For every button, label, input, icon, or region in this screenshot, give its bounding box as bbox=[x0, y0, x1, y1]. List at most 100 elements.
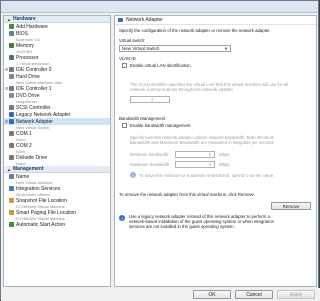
sidebar-item[interactable]: Integration Services bbox=[4, 185, 110, 192]
hardware-icon bbox=[9, 155, 14, 160]
sidebar-item[interactable]: COM 1 bbox=[4, 130, 110, 137]
sidebar-item[interactable]: Name bbox=[4, 173, 110, 180]
max-bandwidth-input[interactable]: 0 bbox=[175, 161, 215, 168]
sidebar-item-label: Snapshot File Location bbox=[16, 197, 67, 204]
sidebar-item[interactable]: Automatic Start Action bbox=[4, 221, 110, 228]
max-bandwidth-label: Maximum bandwidth: bbox=[130, 162, 171, 167]
hardware-icon bbox=[9, 24, 14, 29]
sidebar-item-label: DVD Drive bbox=[16, 92, 40, 99]
chevron-down-icon: ▼ bbox=[224, 46, 228, 51]
cancel-button[interactable]: Cancel bbox=[235, 290, 273, 299]
sidebar-item-label: Diskette Drive bbox=[16, 154, 48, 161]
sidebar-item[interactable]: BIOS bbox=[4, 30, 110, 37]
hardware-icon bbox=[9, 186, 14, 191]
sidebar-item-label: IDE Controller 1 bbox=[16, 85, 52, 92]
title-bar bbox=[1, 1, 318, 13]
network-adapter-panel: Network Adapter Specify the configuratio… bbox=[114, 15, 317, 287]
sidebar-item[interactable]: Smart Paging File Location bbox=[4, 209, 110, 216]
min-bandwidth-unit: Mbps bbox=[219, 152, 230, 157]
bandwidth-note: To leave the minimum or maximum unrestri… bbox=[139, 173, 275, 178]
hardware-list: Add Hardware BIOS Boot from CD Memory 1024 M… bbox=[4, 23, 110, 166]
hardware-icon bbox=[9, 119, 14, 124]
bandwidth-checkbox[interactable] bbox=[122, 123, 127, 128]
hardware-icon bbox=[9, 55, 14, 60]
hardware-icon bbox=[9, 222, 14, 227]
hardware-icon bbox=[9, 67, 14, 72]
sidebar-item-label: Processor bbox=[16, 54, 39, 61]
sidebar-item[interactable]: DVD Drive bbox=[4, 92, 110, 99]
ok-button[interactable]: OK bbox=[193, 290, 231, 299]
virtual-switch-select[interactable]: New Virtual Switch ▼ bbox=[119, 45, 231, 52]
vlan-id-input[interactable]: 2 bbox=[130, 96, 170, 103]
info-icon: i bbox=[130, 172, 136, 178]
settings-window: ▲ Hardware Add Hardware BIOS Boot from CD M… bbox=[0, 0, 320, 301]
sidebar-item-label: Memory bbox=[16, 42, 35, 49]
info-icon: i bbox=[119, 215, 125, 221]
sidebar-item-label: COM 2 bbox=[16, 142, 32, 149]
hardware-icon bbox=[9, 131, 14, 136]
collapse-triangle-icon: ▲ bbox=[7, 16, 11, 22]
sidebar-item[interactable]: SCSI Controller bbox=[4, 104, 110, 111]
dialog-footer: OK Cancel Apply bbox=[1, 288, 320, 301]
sidebar-item-label: COM 1 bbox=[16, 130, 32, 137]
apply-button[interactable]: Apply bbox=[277, 290, 315, 299]
hardware-section-label: Hardware bbox=[12, 16, 36, 22]
bandwidth-checkbox-label: Enable bandwidth management bbox=[130, 123, 191, 128]
hardware-icon bbox=[9, 143, 14, 148]
hardware-icon bbox=[9, 74, 14, 79]
management-section-label: Management bbox=[12, 166, 44, 172]
sidebar-item-label: Add Hardware bbox=[16, 23, 48, 30]
sidebar-item[interactable]: Legacy Network Adapter bbox=[4, 111, 110, 118]
min-bandwidth-value: 0 bbox=[209, 152, 212, 157]
max-bandwidth-unit: Mbps bbox=[219, 162, 230, 167]
vlan-checkbox[interactable] bbox=[122, 63, 127, 68]
hardware-icon bbox=[9, 174, 14, 179]
virtual-switch-value: New Virtual Switch bbox=[122, 46, 160, 51]
max-bandwidth-value: 0 bbox=[209, 162, 212, 167]
sidebar-item[interactable]: COM 2 bbox=[4, 142, 110, 149]
sidebar-item-label: Automatic Start Action bbox=[16, 221, 66, 228]
collapse-triangle-icon: ▲ bbox=[7, 166, 11, 172]
hardware-section-header[interactable]: ▲ Hardware bbox=[4, 16, 110, 23]
sidebar-item[interactable]: Hard Drive bbox=[4, 73, 110, 80]
sidebar-item-label: SCSI Controller bbox=[16, 104, 51, 111]
sidebar-item[interactable]: ⊟ IDE Controller 0 bbox=[4, 66, 110, 73]
vlan-id-value: 2 bbox=[151, 97, 154, 102]
min-bandwidth-label: Minimum bandwidth: bbox=[130, 152, 170, 157]
panel-title: Network Adapter bbox=[126, 17, 163, 23]
sidebar-item-label: Name bbox=[16, 173, 30, 180]
sidebar-item[interactable]: Diskette Drive bbox=[4, 154, 110, 161]
sidebar-item[interactable]: Snapshot File Location bbox=[4, 197, 110, 204]
remove-button[interactable]: Remove bbox=[271, 202, 311, 210]
hardware-icon bbox=[9, 31, 14, 36]
hardware-icon bbox=[9, 43, 14, 48]
hardware-icon bbox=[9, 112, 14, 117]
legacy-note-line3: services are not installed in the guest … bbox=[129, 224, 235, 229]
hardware-icon bbox=[9, 105, 14, 110]
sidebar-item-label: BIOS bbox=[16, 30, 28, 37]
sidebar-item-label: Integration Services bbox=[16, 185, 61, 192]
hardware-icon bbox=[9, 93, 14, 98]
min-bandwidth-input[interactable]: 0 bbox=[175, 151, 215, 158]
sidebar-item[interactable]: ⊟ IDE Controller 1 bbox=[4, 85, 110, 92]
sidebar-item[interactable]: Add Hardware bbox=[4, 23, 110, 30]
sidebar-item[interactable]: Processor bbox=[4, 54, 110, 61]
vlan-heading: VLAN ID bbox=[119, 56, 136, 61]
vlan-checkbox-label: Enable virtual LAN identification bbox=[130, 63, 191, 68]
hardware-icon bbox=[9, 198, 14, 203]
network-adapter-icon bbox=[118, 18, 123, 22]
panel-intro: Specify the configuration of the network… bbox=[119, 28, 271, 33]
sidebar-item-label: Legacy Network Adapter bbox=[16, 111, 71, 118]
management-section-header[interactable]: ▲ Management bbox=[4, 166, 110, 173]
sidebar-item-label: Network Adapter bbox=[16, 118, 53, 125]
sidebar-item-detail: None bbox=[16, 161, 26, 166]
virtual-switch-label: Virtual switch: bbox=[119, 38, 146, 43]
management-list: Name New Virtual Machine Integration Servi… bbox=[4, 173, 110, 228]
settings-sidebar: ▲ Hardware Add Hardware BIOS Boot from CD M… bbox=[3, 15, 111, 287]
sidebar-item[interactable]: Memory bbox=[4, 42, 110, 49]
bandwidth-heading: Bandwidth Management bbox=[119, 116, 166, 121]
sidebar-item-label: Hard Drive bbox=[16, 73, 40, 80]
remove-instructions: To remove the network adapter from this … bbox=[119, 192, 256, 197]
panel-header: Network Adapter bbox=[115, 16, 316, 25]
sidebar-item[interactable]: ⊟ Network Adapter bbox=[4, 118, 110, 125]
